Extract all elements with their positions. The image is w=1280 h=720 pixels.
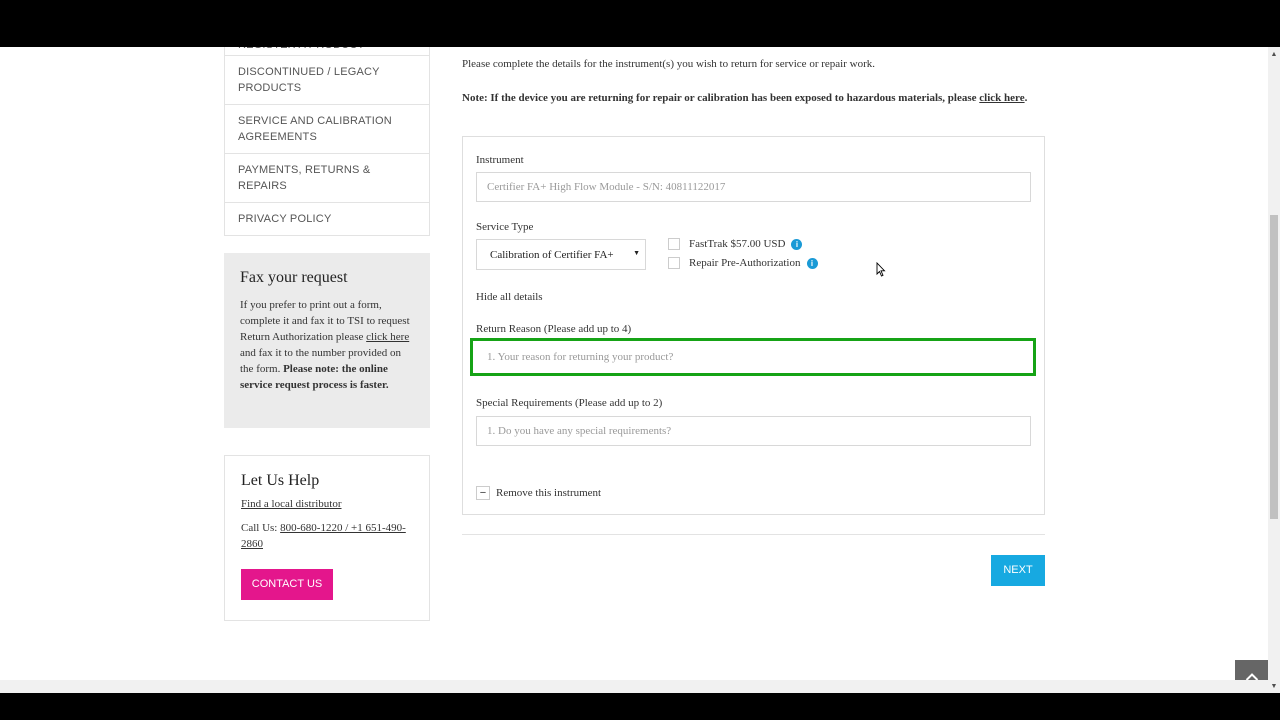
mouse-cursor-icon [876, 262, 886, 277]
fax-text: If you prefer to print out a form, compl… [240, 297, 414, 393]
hazard-note: Note: If the device you are returning fo… [462, 90, 1042, 106]
fasttrak-option[interactable]: FastTrak $57.00 USD i [668, 238, 803, 250]
sidebar-item-payments-returns[interactable]: PAYMENTS, RETURNS & REPAIRS [225, 153, 429, 202]
find-distributor-link[interactable]: Find a local distributor [241, 498, 413, 510]
sidebar-item-privacy-policy[interactable]: PRIVACY POLICY [225, 202, 429, 235]
fasttrak-label: FastTrak $57.00 USD [689, 238, 786, 250]
divider [462, 534, 1045, 535]
sidebar-item-discontinued-products[interactable]: DISCONTINUED / LEGACY PRODUCTS [225, 55, 429, 104]
back-to-top-button[interactable] [1235, 660, 1268, 680]
help-box: Let Us Help Find a local distributor Cal… [224, 455, 430, 621]
vertical-scrollbar[interactable]: ▲ ▼ [1268, 47, 1280, 693]
scroll-up-icon[interactable]: ▲ [1268, 47, 1280, 61]
return-reason-label: Return Reason (Please add up to 4) [476, 323, 632, 335]
scroll-down-icon[interactable]: ▼ [1268, 679, 1280, 693]
scrollbar-thumb[interactable] [1270, 215, 1278, 519]
sidebar-item-service-agreements[interactable]: SERVICE AND CALIBRATION AGREEMENTS [225, 104, 429, 153]
page: REGISTER A PRODUCT DISCONTINUED / LEGACY… [0, 47, 1268, 680]
remove-instrument-label: Remove this instrument [496, 487, 602, 499]
contact-us-button[interactable]: CONTACT US [241, 569, 333, 600]
return-reason-input[interactable]: 1. Your reason for returning your produc… [470, 338, 1036, 376]
call-us-text: Call Us: 800-680-1220 / +1 651-490-2860 [241, 520, 413, 552]
fax-click-here-link[interactable]: click here [366, 331, 409, 343]
fax-title: Fax your request [240, 269, 348, 286]
repair-preauth-checkbox[interactable] [668, 257, 680, 269]
service-type-select[interactable]: Calibration of Certifier FA+ ▼ [476, 239, 646, 270]
hide-details-link[interactable]: Hide all details [476, 291, 543, 303]
chevron-up-icon [1245, 672, 1258, 680]
intro-text: Please complete the details for the inst… [462, 58, 875, 70]
hazard-click-here-link[interactable]: click here [979, 92, 1024, 104]
sidebar-menu: REGISTER A PRODUCT DISCONTINUED / LEGACY… [224, 47, 430, 236]
info-icon[interactable]: i [791, 238, 803, 250]
special-requirements-input[interactable]: 1. Do you have any special requirements? [476, 416, 1031, 446]
help-title: Let Us Help [241, 472, 320, 489]
special-requirements-label: Special Requirements (Please add up to 2… [476, 397, 663, 409]
horizontal-scrollbar[interactable] [0, 680, 1268, 693]
service-type-label: Service Type [476, 221, 534, 233]
call-label: Call Us: [241, 522, 281, 534]
hazard-note-text: Note: If the device you are returning fo… [462, 92, 980, 104]
repair-preauth-option[interactable]: Repair Pre-Authorization i [668, 257, 818, 269]
instrument-field[interactable]: Certifier FA+ High Flow Module - S/N: 40… [476, 172, 1031, 202]
info-icon[interactable]: i [806, 257, 818, 269]
service-type-value: Calibration of Certifier FA+ [490, 248, 614, 261]
fax-request-box: Fax your request If you prefer to print … [224, 253, 430, 428]
instrument-label: Instrument [476, 154, 524, 166]
instrument-card: Instrument Certifier FA+ High Flow Modul… [462, 136, 1045, 515]
hazard-note-end: . [1024, 92, 1028, 104]
repair-preauth-label: Repair Pre-Authorization [689, 257, 801, 269]
remove-instrument[interactable]: − Remove this instrument [476, 486, 601, 500]
fasttrak-checkbox[interactable] [668, 238, 680, 250]
sidebar-item-register-product[interactable]: REGISTER A PRODUCT [225, 47, 429, 55]
minus-icon[interactable]: − [476, 486, 490, 500]
next-button[interactable]: NEXT [991, 555, 1045, 586]
dropdown-arrow-icon: ▼ [633, 249, 640, 257]
